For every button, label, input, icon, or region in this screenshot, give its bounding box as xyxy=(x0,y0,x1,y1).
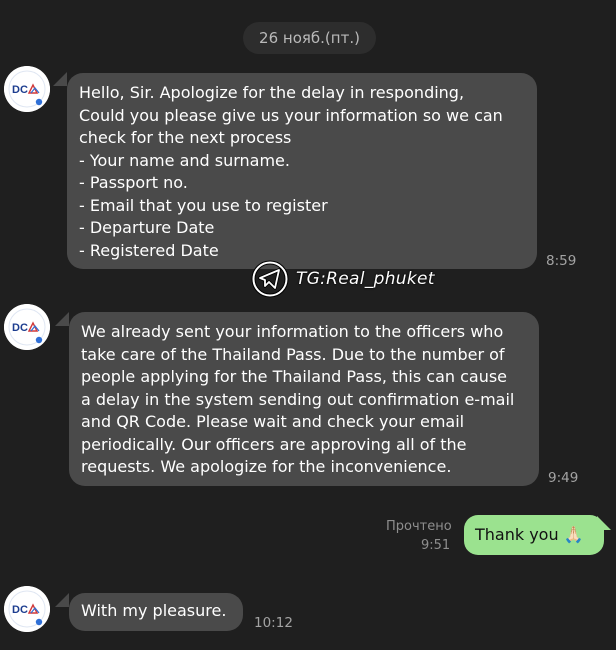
bubble-tail xyxy=(53,72,67,86)
message-line: With my pleasure. xyxy=(81,601,227,620)
message-line: - Departure Date xyxy=(79,218,215,237)
outgoing-message[interactable]: Thank you 🙏🏻 xyxy=(464,515,604,555)
message-timestamp: 8:59 xyxy=(546,253,577,269)
dc-logo-icon: DC xyxy=(4,586,50,632)
dc-logo-icon: DC xyxy=(4,66,50,112)
message-line: requests. We apologize for the inconveni… xyxy=(81,457,452,476)
avatar-label: DC xyxy=(12,604,28,616)
message-line: - Email that you use to register xyxy=(79,195,328,215)
message-line: check for the next process xyxy=(79,128,292,147)
message-line: a delay in the system sending out confir… xyxy=(81,389,515,409)
bubble-tail xyxy=(597,516,611,530)
dc-logo-icon: DC xyxy=(4,304,50,350)
outgoing-message-text: Thank you 🙏🏻 xyxy=(475,525,584,544)
outgoing-timestamp: 9:51 xyxy=(421,538,451,553)
bubble-tail xyxy=(55,312,69,326)
message-line: Could you please give us your informatio… xyxy=(79,105,503,125)
telegram-icon xyxy=(251,260,289,298)
message-line: We already sent your information to the … xyxy=(81,322,504,341)
message-line: people applying for the Thailand Pass, t… xyxy=(81,367,508,386)
watermark: TG:Real_phuket xyxy=(251,259,435,299)
avatar[interactable]: DC xyxy=(4,66,50,112)
watermark-text: TG:Real_phuket xyxy=(296,269,435,289)
message-timestamp: 10:12 xyxy=(254,615,293,631)
avatar-label: DC xyxy=(12,322,28,334)
date-separator: 26 нояб.(пт.) xyxy=(243,22,376,54)
avatar[interactable]: DC xyxy=(4,304,50,350)
incoming-message[interactable]: With my pleasure. xyxy=(69,593,243,631)
message-line: take care of the Thailand Pass. Due to t… xyxy=(81,344,505,364)
message-timestamp: 9:49 xyxy=(548,470,579,486)
incoming-message[interactable]: Hello, Sir. Apologize for the delay in r… xyxy=(67,73,537,269)
message-line: - Passport no. xyxy=(79,173,188,192)
avatar-label: DC xyxy=(12,84,28,96)
avatar[interactable]: DC xyxy=(4,586,50,632)
message-line: - Your name and surname. xyxy=(79,150,290,170)
message-line: periodically. Our officers are approving… xyxy=(81,434,467,454)
read-status: Прочтено xyxy=(386,519,452,534)
message-line: and QR Code. Please wait and check your … xyxy=(81,412,465,431)
incoming-message[interactable]: We already sent your information to the … xyxy=(69,312,539,486)
message-line: Hello, Sir. Apologize for the delay in r… xyxy=(79,83,465,102)
bubble-tail xyxy=(55,593,69,607)
